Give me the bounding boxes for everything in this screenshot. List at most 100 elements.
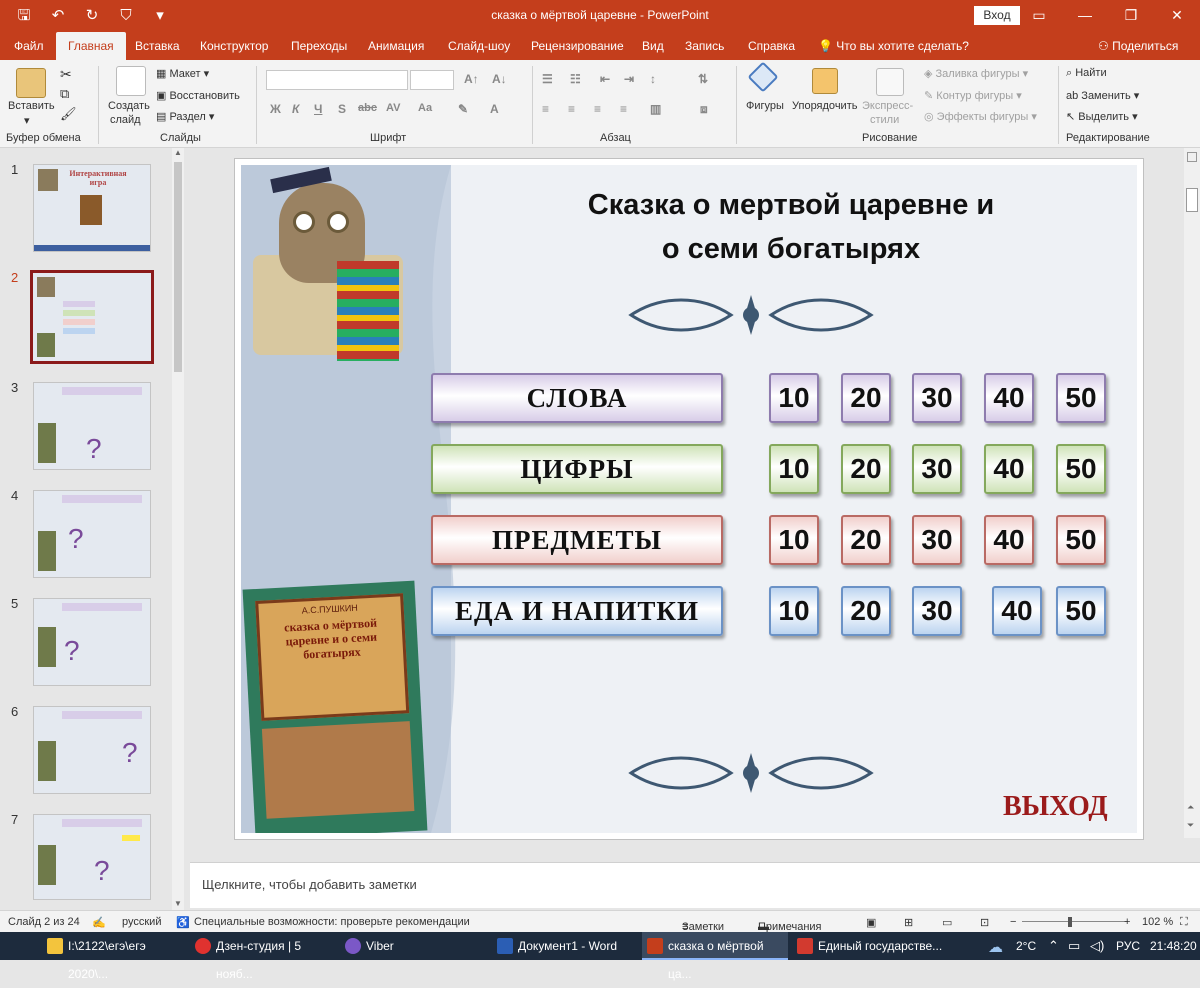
category-button-objects[interactable]: ПРЕДМЕТЫ [431, 515, 723, 565]
shape-outline-button[interactable]: ✎ Контур фигуры ▾ [924, 89, 1022, 102]
normal-view-icon[interactable]: ▣ [866, 916, 876, 929]
slide-sorter-icon[interactable]: ⊞ [904, 916, 913, 929]
tab-home[interactable]: Главная [56, 32, 126, 60]
taskbar-file-explorer[interactable]: I:\2122\егэ\егэ 2020\... [42, 932, 182, 981]
point-button[interactable]: 20 [841, 373, 891, 423]
shapes-icon[interactable] [747, 61, 779, 93]
point-button[interactable]: 40 [984, 444, 1034, 494]
reset-button[interactable]: ▣ Восстановить [156, 89, 240, 102]
taskbar-viber[interactable]: Viber [340, 932, 486, 960]
paste-icon[interactable] [16, 68, 46, 98]
taskbar-powerpoint[interactable]: сказка о мёртвой ца... [642, 932, 788, 981]
exit-button[interactable]: ВЫХОД [1003, 791, 1108, 823]
weather-temp[interactable]: 2°C [1016, 939, 1036, 953]
line-spacing-icon[interactable]: ↕ [650, 72, 656, 86]
slide-scrollbar[interactable]: ⏶ ⏷ [1184, 148, 1200, 838]
quick-styles-button[interactable]: Экспресс- [862, 100, 913, 112]
zoom-in-icon[interactable]: + [1124, 916, 1130, 928]
underline-button[interactable]: Ч [314, 102, 322, 116]
zoom-slider-handle[interactable] [1068, 917, 1072, 927]
increase-font-icon[interactable]: A↑ [464, 72, 479, 86]
share-button[interactable]: ⚇ Поделиться [1098, 32, 1178, 60]
next-slide-icon[interactable]: ⏷ [1187, 820, 1194, 831]
point-button[interactable]: 20 [841, 586, 891, 636]
language-indicator[interactable]: русский [122, 916, 161, 928]
justify-icon[interactable]: ≡ [620, 102, 627, 116]
quick-styles-icon[interactable] [876, 68, 904, 96]
char-spacing-button[interactable]: AV [386, 102, 400, 114]
slide-thumbnail-4[interactable]: ? [33, 490, 151, 578]
scroll-down-icon[interactable]: ▼ [174, 899, 182, 908]
maximize-button[interactable]: ❐ [1108, 0, 1154, 32]
weather-cloud-icon[interactable]: ☁ [988, 938, 1003, 956]
highlight-icon[interactable]: ✎ [458, 102, 468, 116]
slide-thumbnail-5[interactable]: ? [33, 598, 151, 686]
arrange-button[interactable]: Упорядочить [792, 100, 857, 112]
point-button[interactable]: 20 [841, 515, 891, 565]
point-button[interactable]: 40 [984, 373, 1034, 423]
replace-button[interactable]: ab Заменить ▾ [1066, 89, 1139, 102]
tell-me-search[interactable]: 💡 Что вы хотите сделать? [818, 32, 969, 60]
decrease-font-icon[interactable]: A↓ [492, 72, 507, 86]
accessibility-status[interactable]: Специальные возможности: проверьте реком… [194, 916, 470, 928]
point-button[interactable]: 50 [1056, 586, 1106, 636]
cut-icon[interactable]: ✂ [60, 66, 72, 83]
shadow-button[interactable]: S [338, 102, 346, 116]
tray-chevron-icon[interactable]: ⌃ [1048, 938, 1059, 954]
tab-help[interactable]: Справка [746, 32, 797, 60]
point-button[interactable]: 30 [912, 515, 962, 565]
format-painter-icon[interactable]: 🖌 [60, 106, 77, 122]
close-button[interactable]: ✕ [1154, 0, 1200, 32]
point-button[interactable]: 10 [769, 515, 819, 565]
smartart-icon[interactable]: ⧈ [700, 102, 708, 117]
ribbon-display-icon[interactable]: ▭ [1016, 0, 1062, 32]
columns-icon[interactable]: ▥ [650, 102, 661, 116]
paste-dropdown-icon[interactable]: ▾ [24, 114, 30, 127]
thumbnail-scrollbar[interactable]: ▲ ▼ [172, 148, 184, 910]
tab-slideshow[interactable]: Слайд-шоу [446, 32, 512, 60]
taskbar-opera[interactable]: Дзен-студия | 5 нояб... [190, 932, 334, 981]
tab-view[interactable]: Вид [640, 32, 666, 60]
point-button[interactable]: 30 [912, 444, 962, 494]
point-button[interactable]: 50 [1056, 373, 1106, 423]
align-left-icon[interactable]: ≡ [542, 102, 549, 116]
font-size-box[interactable] [410, 70, 454, 90]
tab-review[interactable]: Рецензирование [529, 32, 626, 60]
italic-button[interactable]: К [292, 102, 299, 116]
taskbar-word[interactable]: Документ1 - Word [492, 932, 638, 960]
text-direction-icon[interactable]: ⇅ [698, 72, 708, 86]
change-case-button[interactable]: Aa [418, 102, 432, 114]
fit-to-window-icon[interactable]: ⛶ [1180, 916, 1188, 929]
point-button[interactable]: 10 [769, 586, 819, 636]
find-button[interactable]: ⌕ Найти [1066, 67, 1107, 80]
shapes-button[interactable]: Фигуры [746, 100, 784, 112]
slide-thumbnail-7[interactable]: ? [33, 814, 151, 900]
paste-button[interactable]: Вставить [8, 100, 55, 112]
point-button[interactable]: 10 [769, 444, 819, 494]
category-button-food[interactable]: ЕДА И НАПИТКИ [431, 586, 723, 636]
section-button[interactable]: ▤ Раздел ▾ [156, 110, 214, 123]
slide-thumbnail-3[interactable]: ? [33, 382, 151, 470]
align-right-icon[interactable]: ≡ [594, 102, 601, 116]
tab-file[interactable]: Файл [12, 32, 46, 60]
language-tray[interactable]: РУС [1116, 939, 1140, 953]
increase-indent-icon[interactable]: ⇥ [624, 72, 634, 86]
slideshow-view-icon[interactable]: ⊡ [980, 916, 989, 929]
category-button-words[interactable]: СЛОВА [431, 373, 723, 423]
select-button[interactable]: ↖ Выделить ▾ [1066, 110, 1138, 123]
point-button[interactable]: 30 [912, 373, 962, 423]
slide[interactable]: Сказка о мертвой царевне и о семи богаты… [234, 158, 1144, 840]
point-button[interactable]: 50 [1056, 515, 1106, 565]
numbering-icon[interactable]: ☷ [570, 72, 581, 86]
spellcheck-icon[interactable]: ✍ [92, 916, 106, 929]
layout-button[interactable]: ▦ Макет ▾ [156, 67, 209, 80]
zoom-level[interactable]: 102 % [1142, 916, 1173, 928]
volume-icon[interactable]: ◁) [1090, 938, 1104, 954]
notes-pane[interactable]: Щелкните, чтобы добавить заметки [190, 862, 1200, 908]
scroll-up-icon[interactable]: ▲ [174, 148, 182, 157]
tab-design[interactable]: Конструктор [198, 32, 270, 60]
bullets-icon[interactable]: ☰ [542, 72, 553, 86]
strikethrough-button[interactable]: abc [358, 102, 377, 114]
scrollbar-thumb[interactable] [1186, 188, 1198, 212]
clock[interactable]: 21:48:20 [1150, 939, 1197, 953]
